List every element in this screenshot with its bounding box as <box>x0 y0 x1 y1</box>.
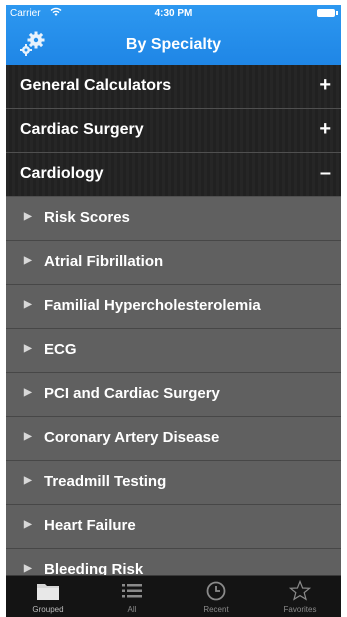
subcategory-label: ECG <box>44 341 77 358</box>
category-cardiology[interactable]: Cardiology – <box>6 153 341 197</box>
disclosure-triangle-icon: ▶ <box>24 255 32 266</box>
category-label: General Calculators <box>20 77 172 94</box>
tab-label: All <box>127 605 137 614</box>
subcategory-label: Familial Hypercholesterolemia <box>44 297 261 314</box>
tab-favorites[interactable]: Favorites <box>258 576 341 617</box>
subcategory-ecg[interactable]: ▶ ECG <box>6 329 341 373</box>
collapse-icon: – <box>319 162 331 184</box>
subcategory-coronary-artery-disease[interactable]: ▶ Coronary Artery Disease <box>6 417 341 461</box>
status-bar: Carrier 4:30 PM <box>6 5 341 23</box>
expand-icon: + <box>319 118 331 140</box>
subcategory-label: Coronary Artery Disease <box>44 429 220 446</box>
disclosure-triangle-icon: ▶ <box>24 431 32 442</box>
disclosure-triangle-icon: ▶ <box>24 299 32 310</box>
category-label: Cardiac Surgery <box>20 121 144 138</box>
subcategory-label: Atrial Fibrillation <box>44 253 164 270</box>
clock-time: 4:30 PM <box>154 8 193 19</box>
navigation-bar: By Specialty <box>6 23 341 65</box>
tab-recent[interactable]: Recent <box>174 576 258 617</box>
page-title: By Specialty <box>125 36 222 53</box>
app-screen: Carrier 4:30 PM By Specialty General Cal… <box>6 5 341 617</box>
tab-label: Favorites <box>283 605 317 614</box>
subcategory-label: Treadmill Testing <box>44 473 167 490</box>
header: Carrier 4:30 PM By Specialty <box>6 5 341 65</box>
subcategory-treadmill-testing[interactable]: ▶ Treadmill Testing <box>6 461 341 505</box>
specialty-list: General Calculators + Cardiac Surgery + … <box>6 65 341 593</box>
subcategory-pci-and-cardiac-surgery[interactable]: ▶ PCI and Cardiac Surgery <box>6 373 341 417</box>
disclosure-triangle-icon: ▶ <box>24 343 32 354</box>
tab-bar: Grouped All Recent Favorites <box>6 575 341 617</box>
disclosure-triangle-icon: ▶ <box>24 475 32 486</box>
subcategory-label: PCI and Cardiac Surgery <box>44 385 220 402</box>
tab-all[interactable]: All <box>90 576 174 617</box>
list-icon <box>90 580 174 604</box>
subcategory-heart-failure[interactable]: ▶ Heart Failure <box>6 505 341 549</box>
tab-label: Grouped <box>32 605 64 614</box>
subcategory-familial-hypercholesterolemia[interactable]: ▶ Familial Hypercholesterolemia <box>6 285 341 329</box>
category-cardiac-surgery[interactable]: Cardiac Surgery + <box>6 109 341 153</box>
disclosure-triangle-icon: ▶ <box>24 563 32 574</box>
disclosure-triangle-icon: ▶ <box>24 387 32 398</box>
expand-icon: + <box>319 74 331 96</box>
star-icon <box>258 579 341 604</box>
clock-icon <box>174 580 258 604</box>
tab-label: Recent <box>203 605 229 614</box>
subcategory-label: Heart Failure <box>44 517 136 534</box>
subcategory-label: Risk Scores <box>44 209 130 226</box>
battery-icon <box>317 9 338 17</box>
disclosure-triangle-icon: ▶ <box>24 211 32 222</box>
category-general-calculators[interactable]: General Calculators + <box>6 65 341 109</box>
subcategory-risk-scores[interactable]: ▶ Risk Scores <box>6 197 341 241</box>
subcategory-atrial-fibrillation[interactable]: ▶ Atrial Fibrillation <box>6 241 341 285</box>
disclosure-triangle-icon: ▶ <box>24 519 32 530</box>
tab-grouped[interactable]: Grouped <box>6 576 90 617</box>
folder-icon <box>6 580 90 604</box>
category-label: Cardiology <box>20 165 104 182</box>
